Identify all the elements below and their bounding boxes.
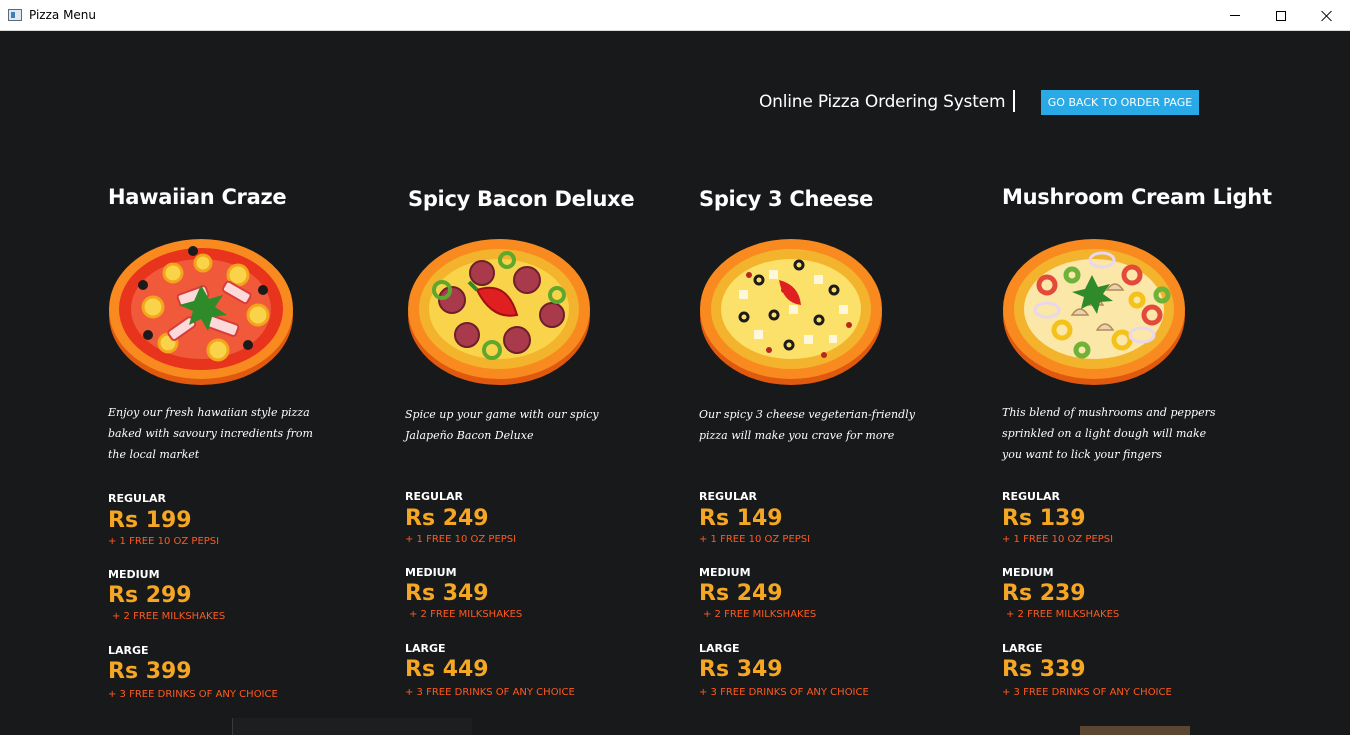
close-button[interactable] bbox=[1304, 0, 1350, 31]
description-line: sprinkled on a light dough will make bbox=[1002, 427, 1207, 440]
size-label-regular: REGULAR bbox=[699, 490, 757, 503]
description-line: This blend of mushrooms and peppers bbox=[1002, 406, 1216, 419]
minimize-button[interactable] bbox=[1212, 0, 1258, 31]
pizza-name: Hawaiian Craze bbox=[108, 185, 287, 209]
size-label-large: LARGE bbox=[1002, 642, 1043, 655]
price-regular: Rs 149 bbox=[699, 506, 783, 531]
mushroom-pizza-icon bbox=[1003, 239, 1185, 385]
size-label-regular: REGULAR bbox=[405, 490, 463, 503]
price-large: Rs 399 bbox=[108, 659, 192, 684]
hawaiian-pizza-icon bbox=[109, 239, 293, 385]
price-regular: Rs 139 bbox=[1002, 506, 1086, 531]
bottom-panel-right bbox=[1080, 726, 1190, 735]
pizza-description: This blend of mushrooms and peppers spri… bbox=[1002, 402, 1232, 465]
pizza-name: Spicy 3 Cheese bbox=[699, 187, 874, 211]
price-medium: Rs 299 bbox=[108, 583, 192, 608]
bottom-overflow-strip bbox=[0, 718, 1350, 735]
offer-large: + 3 FREE DRINKS OF ANY CHOICE bbox=[699, 687, 869, 698]
offer-regular: + 1 FREE 10 OZ PEPSI bbox=[405, 534, 517, 545]
offer-regular: + 1 FREE 10 OZ PEPSI bbox=[1002, 534, 1114, 545]
close-icon bbox=[1321, 10, 1333, 22]
pizza-name: Spicy Bacon Deluxe bbox=[408, 187, 635, 211]
offer-regular: + 1 FREE 10 OZ PEPSI bbox=[699, 534, 811, 545]
description-line: baked with savoury incredients from bbox=[108, 427, 313, 440]
offer-large: + 3 FREE DRINKS OF ANY CHOICE bbox=[1002, 687, 1172, 698]
maximize-icon bbox=[1276, 10, 1286, 21]
price-large: Rs 339 bbox=[1002, 657, 1086, 682]
offer-medium: + 2 FREE MILKSHAKES bbox=[409, 609, 523, 620]
offer-medium: + 2 FREE MILKSHAKES bbox=[703, 609, 817, 620]
price-medium: Rs 249 bbox=[699, 581, 783, 606]
size-label-large: LARGE bbox=[405, 642, 446, 655]
offer-regular: + 1 FREE 10 OZ PEPSI bbox=[108, 536, 220, 547]
size-label-medium: MEDIUM bbox=[405, 566, 457, 579]
maximize-button[interactable] bbox=[1258, 0, 1304, 31]
description-line: pizza will make you crave for more bbox=[699, 429, 895, 442]
price-medium: Rs 239 bbox=[1002, 581, 1086, 606]
description-line: Enjoy our fresh hawaiian style pizza bbox=[108, 406, 310, 419]
price-regular: Rs 199 bbox=[108, 508, 192, 533]
size-label-regular: REGULAR bbox=[1002, 490, 1060, 503]
description-line: Jalapeño Bacon Deluxe bbox=[405, 429, 534, 442]
offer-medium: + 2 FREE MILKSHAKES bbox=[1006, 609, 1120, 620]
price-large: Rs 349 bbox=[699, 657, 783, 682]
bottom-panel-left bbox=[232, 718, 472, 735]
price-large: Rs 449 bbox=[405, 657, 489, 682]
window-titlebar[interactable]: Pizza Menu bbox=[0, 0, 1350, 31]
go-back-to-order-page-button[interactable]: GO BACK TO ORDER PAGE bbox=[1041, 90, 1199, 115]
pizza-description: Spice up your game with our spicy Jalape… bbox=[405, 404, 635, 446]
price-medium: Rs 349 bbox=[405, 581, 489, 606]
size-label-regular: REGULAR bbox=[108, 492, 166, 505]
system-title: Online Pizza Ordering System bbox=[759, 92, 1006, 112]
minimize-icon bbox=[1230, 15, 1240, 16]
pizza-description: Enjoy our fresh hawaiian style pizza bak… bbox=[108, 402, 338, 465]
pizza-description: Our spicy 3 cheese vegeterian-friendly p… bbox=[699, 404, 929, 446]
size-label-medium: MEDIUM bbox=[1002, 566, 1054, 579]
size-label-medium: MEDIUM bbox=[699, 566, 751, 579]
description-line: you want to lick your fingers bbox=[1002, 448, 1162, 461]
description-line: Our spicy 3 cheese vegeterian-friendly bbox=[699, 408, 915, 421]
description-line: the local market bbox=[108, 448, 200, 461]
three-cheese-pizza-icon bbox=[700, 239, 882, 385]
size-label-medium: MEDIUM bbox=[108, 568, 160, 581]
price-regular: Rs 249 bbox=[405, 506, 489, 531]
spicy-bacon-pizza-icon bbox=[408, 239, 590, 385]
description-line: Spice up your game with our spicy bbox=[405, 408, 599, 421]
size-label-large: LARGE bbox=[699, 642, 740, 655]
window-title: Pizza Menu bbox=[29, 8, 97, 22]
size-label-large: LARGE bbox=[108, 644, 149, 657]
pizza-name: Mushroom Cream Light bbox=[1002, 185, 1272, 209]
offer-medium: + 2 FREE MILKSHAKES bbox=[112, 611, 226, 622]
app-icon bbox=[8, 9, 22, 21]
header-separator bbox=[1013, 90, 1015, 112]
offer-large: + 3 FREE DRINKS OF ANY CHOICE bbox=[108, 689, 278, 700]
offer-large: + 3 FREE DRINKS OF ANY CHOICE bbox=[405, 687, 575, 698]
